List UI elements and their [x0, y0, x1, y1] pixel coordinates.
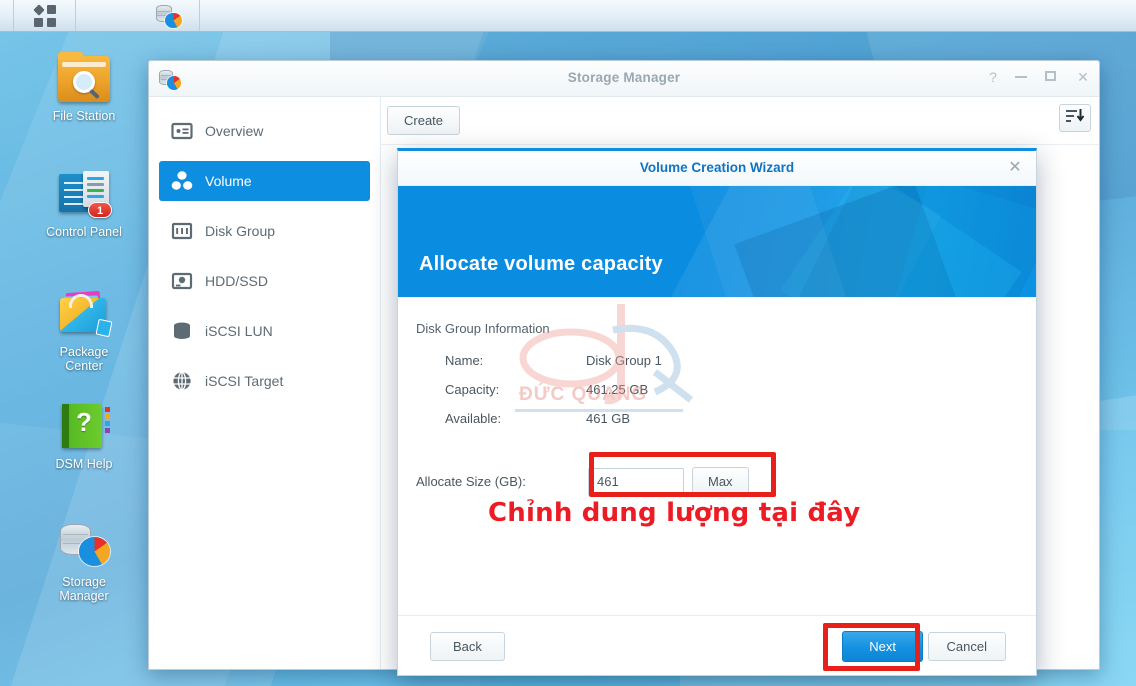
storage-manager-icon [56, 518, 112, 570]
info-row-capacity: Capacity: 461.25 GB [416, 375, 1018, 404]
hdd-ssd-icon [171, 270, 193, 292]
iscsi-lun-icon [171, 320, 193, 342]
allocate-size-label: Allocate Size (GB): [416, 474, 526, 489]
disk-group-info-title: Disk Group Information [416, 321, 550, 336]
max-button[interactable]: Max [692, 467, 749, 496]
desktop-icon-storage-manager[interactable]: Storage Manager [24, 518, 144, 603]
sidebar-item-label: Volume [205, 173, 252, 189]
notification-badge: 1 [88, 202, 112, 218]
sidebar-item-iscsi-target[interactable]: iSCSI Target [159, 361, 370, 401]
cancel-button[interactable]: Cancel [927, 632, 1006, 661]
sidebar: Overview Volume Disk Group HDD/SSD iSCSI… [149, 97, 381, 669]
sidebar-item-label: iSCSI Target [205, 373, 284, 389]
folder-search-icon [56, 52, 112, 104]
package-center-icon [56, 288, 113, 340]
sidebar-item-label: iSCSI LUN [205, 323, 273, 339]
storage-manager-icon [155, 4, 182, 28]
desktop-icon-label-line2: Center [65, 359, 103, 373]
disk-group-icon [171, 220, 193, 242]
sort-descending-icon [1066, 108, 1085, 129]
desktop-icon-package-center[interactable]: Package Center [24, 288, 144, 373]
window-title: Storage Manager [567, 70, 681, 85]
sidebar-item-label: Overview [205, 123, 264, 139]
help-book-icon: ? [56, 400, 112, 452]
taskbar-empty-area [200, 0, 1136, 31]
allocate-size-controls: Max [588, 467, 749, 496]
info-value: 461.25 GB [586, 382, 649, 397]
info-label: Available: [445, 411, 502, 426]
desktop-icon-file-station[interactable]: File Station [24, 52, 144, 123]
help-button[interactable]: ? [985, 69, 1001, 85]
desktop-icon-label-line2: Manager [59, 589, 109, 603]
iscsi-target-icon [171, 370, 193, 392]
desktop-icon-label-line1: Storage [62, 575, 106, 589]
sort-button[interactable] [1059, 104, 1091, 132]
close-button[interactable]: ✕ [1075, 69, 1091, 85]
back-button[interactable]: Back [430, 632, 505, 661]
desktop-icon-label: DSM Help [55, 457, 113, 471]
desktop-icon-control-panel[interactable]: 1 Control Panel [24, 168, 144, 239]
desktop-icon-dsm-help[interactable]: ? DSM Help [24, 400, 144, 471]
overview-icon [171, 120, 193, 142]
info-value: 461 GB [586, 411, 631, 426]
next-button[interactable]: Next [842, 631, 923, 662]
close-icon[interactable]: ✕ [1006, 159, 1024, 177]
dialog-title: Volume Creation Wizard [639, 160, 795, 175]
content-toolbar: Create [381, 97, 1099, 145]
dialog-footer: Back Next Cancel [398, 615, 1036, 675]
info-row-name: Name: Disk Group 1 [416, 346, 1018, 375]
grid-menu-icon [32, 3, 56, 27]
sidebar-item-overview[interactable]: Overview [159, 111, 370, 151]
allocate-size-row: Allocate Size (GB): Max [416, 467, 1018, 496]
main-menu-button[interactable] [14, 0, 76, 31]
taskbar [0, 0, 1136, 32]
sidebar-item-iscsi-lun[interactable]: iSCSI LUN [159, 311, 370, 351]
dialog-titlebar: Volume Creation Wizard ✕ [398, 151, 1036, 186]
create-button[interactable]: Create [387, 106, 461, 135]
taskbar-gap [76, 0, 138, 31]
taskbar-item-storage-manager[interactable] [138, 0, 200, 31]
dialog-heading: Allocate volume capacity [419, 253, 663, 275]
allocate-size-input[interactable] [588, 467, 684, 496]
info-label: Capacity: [445, 382, 500, 397]
window-titlebar[interactable]: Storage Manager ? ✕ [149, 61, 1099, 97]
dialog-main: Disk Group Information Name: Disk Group … [398, 297, 1036, 615]
taskbar-edge [0, 0, 14, 31]
desktop-icon-label-line1: Package [59, 345, 109, 359]
minimize-button[interactable] [1015, 69, 1031, 85]
info-value: Disk Group 1 [586, 353, 662, 368]
annotation-text: Chỉnh dung lượng tại đây [488, 498, 861, 528]
desktop-icon-label: Control Panel [46, 225, 122, 239]
sidebar-item-hdd-ssd[interactable]: HDD/SSD [159, 261, 370, 301]
window-controls: ? ✕ [985, 69, 1091, 85]
dialog-banner: Allocate volume capacity [398, 186, 1036, 297]
sidebar-item-label: HDD/SSD [205, 273, 269, 289]
maximize-button[interactable] [1045, 69, 1061, 85]
volume-icon [171, 170, 193, 192]
sidebar-item-volume[interactable]: Volume [159, 161, 370, 201]
control-panel-icon: 1 [56, 168, 112, 220]
info-label: Name: [445, 353, 484, 368]
volume-creation-wizard-dialog: Volume Creation Wizard ✕ Allocate volume… [397, 148, 1037, 676]
sidebar-item-label: Disk Group [205, 223, 276, 239]
sidebar-item-disk-group[interactable]: Disk Group [159, 211, 370, 251]
info-row-available: Available: 461 GB [416, 404, 1018, 433]
desktop-icon-label: File Station [52, 109, 116, 123]
